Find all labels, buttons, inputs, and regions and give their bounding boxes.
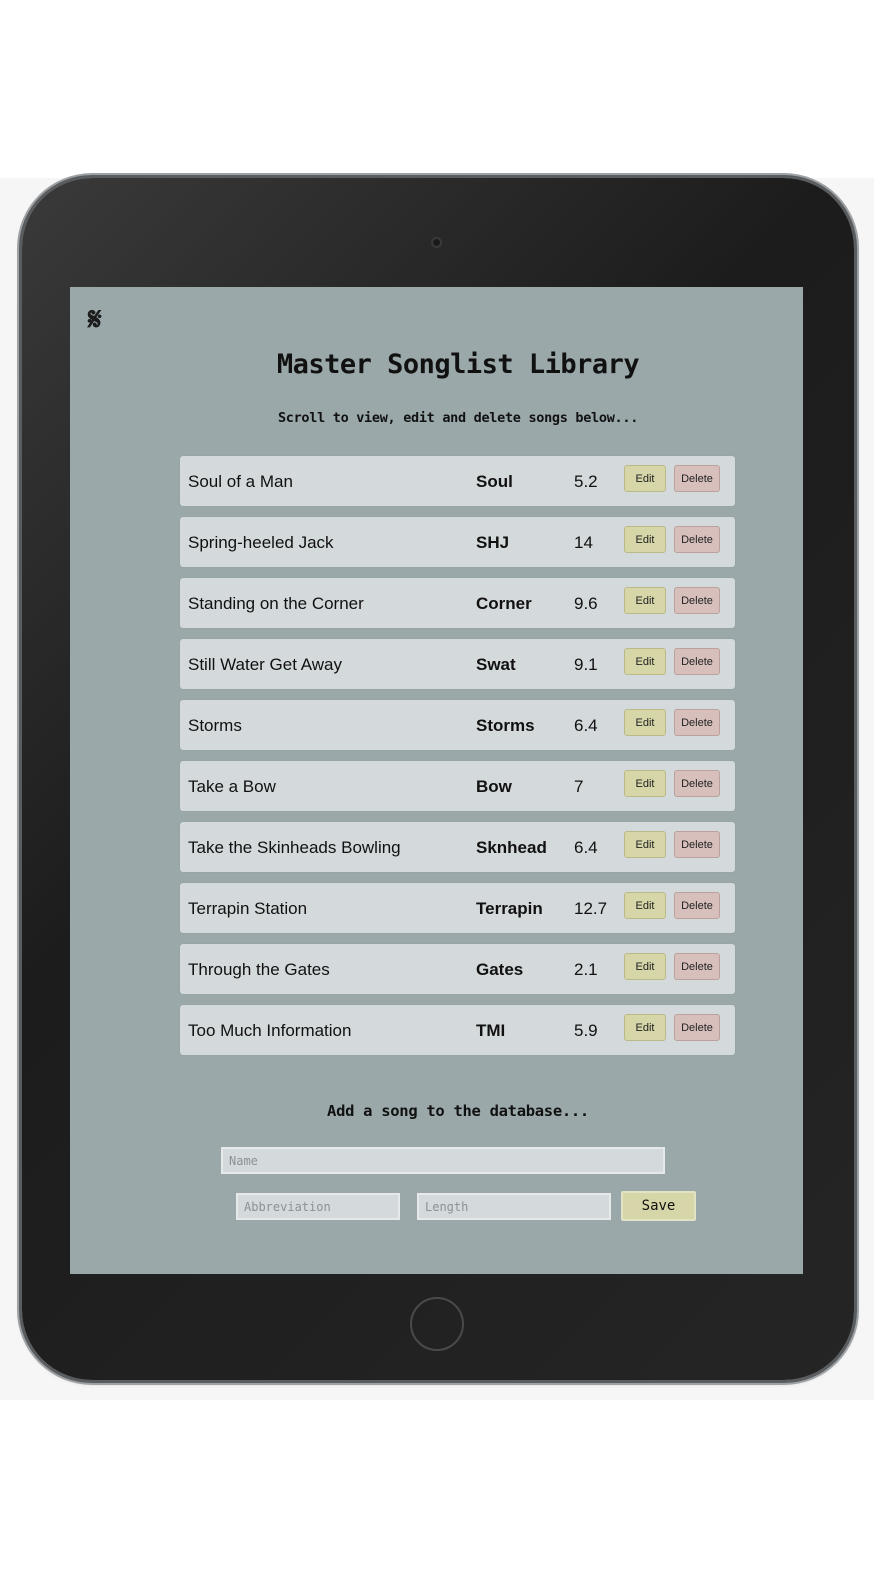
- delete-button[interactable]: Delete: [674, 587, 720, 614]
- edit-button[interactable]: Edit: [624, 526, 666, 553]
- song-length: 14: [574, 533, 593, 552]
- song-row: Still Water Get Away Swat 9.1 Edit Delete: [180, 639, 735, 689]
- song-length: 5.2: [574, 472, 598, 491]
- delete-button[interactable]: Delete: [674, 892, 720, 919]
- song-row: Spring-heeled Jack SHJ 14 Edit Delete: [180, 517, 735, 567]
- delete-button[interactable]: Delete: [674, 1014, 720, 1041]
- song-length: 9.6: [574, 594, 598, 613]
- add-song-heading: Add a song to the database...: [327, 1102, 589, 1120]
- app-screen: 𝄋 Master Songlist Library Scroll to view…: [70, 287, 803, 1274]
- delete-button[interactable]: Delete: [674, 831, 720, 858]
- song-length: 7: [574, 777, 584, 796]
- song-name: Too Much Information: [188, 1021, 352, 1040]
- page-title: Master Songlist Library: [276, 349, 640, 380]
- song-name: Soul of a Man: [188, 472, 293, 491]
- edit-button[interactable]: Edit: [624, 831, 666, 858]
- home-button[interactable]: [410, 1297, 464, 1351]
- song-row: Soul of a Man Soul 5.2 Edit Delete: [180, 456, 735, 506]
- edit-button[interactable]: Edit: [624, 587, 666, 614]
- song-row: Too Much Information TMI 5.9 Edit Delete: [180, 1005, 735, 1055]
- song-abbreviation: Terrapin: [476, 899, 543, 918]
- edit-button[interactable]: Edit: [624, 1014, 666, 1041]
- song-length: 6.4: [574, 716, 598, 735]
- edit-button[interactable]: Edit: [624, 953, 666, 980]
- song-length: 12.7: [574, 899, 608, 918]
- song-name: Through the Gates: [188, 960, 330, 979]
- song-name: Spring-heeled Jack: [188, 533, 334, 552]
- delete-button[interactable]: Delete: [674, 709, 720, 736]
- song-row: Terrapin Station Terrapin 12.7 Edit Delete: [180, 883, 735, 933]
- song-abbreviation: SHJ: [476, 533, 510, 552]
- song-row: Storms Storms 6.4 Edit Delete: [180, 700, 735, 750]
- song-name: Still Water Get Away: [188, 655, 342, 674]
- song-abbreviation: Sknhead: [476, 838, 547, 857]
- song-abbreviation: Soul: [476, 472, 513, 491]
- edit-button[interactable]: Edit: [624, 770, 666, 797]
- save-button[interactable]: Save: [621, 1191, 696, 1221]
- delete-button[interactable]: Delete: [674, 648, 720, 675]
- song-abbreviation-input[interactable]: [236, 1193, 400, 1220]
- song-name: Take the Skinheads Bowling: [188, 838, 401, 857]
- song-name-input[interactable]: [221, 1147, 665, 1174]
- edit-button[interactable]: Edit: [624, 892, 666, 919]
- page-subtitle: Scroll to view, edit and delete songs be…: [277, 410, 639, 426]
- song-name: Take a Bow: [188, 777, 276, 796]
- song-abbreviation: TMI: [476, 1021, 506, 1040]
- song-abbreviation: Storms: [476, 716, 535, 735]
- segno-logo-icon[interactable]: 𝄋: [88, 301, 102, 337]
- song-row: Through the Gates Gates 2.1 Edit Delete: [180, 944, 735, 994]
- song-length: 5.9: [574, 1021, 598, 1040]
- song-row: Take a Bow Bow 7 Edit Delete: [180, 761, 735, 811]
- edit-button[interactable]: Edit: [624, 465, 666, 492]
- delete-button[interactable]: Delete: [674, 526, 720, 553]
- song-name: Storms: [188, 716, 242, 735]
- song-abbreviation: Swat: [476, 655, 516, 674]
- song-length-input[interactable]: [417, 1193, 611, 1220]
- edit-button[interactable]: Edit: [624, 648, 666, 675]
- song-list[interactable]: Soul of a Man Soul 5.2 Edit Delete Spring-hee…: [180, 456, 735, 1066]
- song-abbreviation: Gates: [476, 960, 524, 979]
- song-name: Standing on the Corner: [188, 594, 364, 613]
- song-abbreviation: Corner: [476, 594, 532, 613]
- song-name: Terrapin Station: [188, 899, 308, 918]
- song-row: Standing on the Corner Corner 9.6 Edit Delet…: [180, 578, 735, 628]
- page: 𝄋 Master Songlist Library Scroll to view…: [0, 0, 874, 1582]
- delete-button[interactable]: Delete: [674, 953, 720, 980]
- delete-button[interactable]: Delete: [674, 770, 720, 797]
- song-row: Take the Skinheads Bowling Sknhead 6.4 Edit…: [180, 822, 735, 872]
- song-length: 6.4: [574, 838, 598, 857]
- edit-button[interactable]: Edit: [624, 709, 666, 736]
- song-length: 2.1: [574, 960, 598, 979]
- delete-button[interactable]: Delete: [674, 465, 720, 492]
- camera-icon: [431, 237, 442, 248]
- song-abbreviation: Bow: [476, 777, 512, 796]
- song-length: 9.1: [574, 655, 598, 674]
